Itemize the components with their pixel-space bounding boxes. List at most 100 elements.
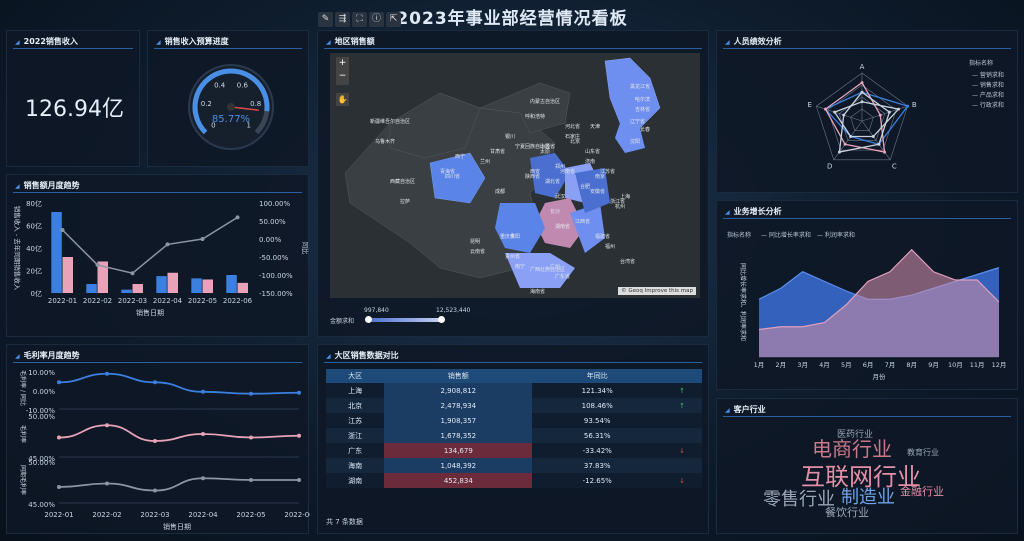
map-label: 昆明 — [470, 239, 480, 245]
legend-min-handle[interactable] — [365, 316, 372, 323]
industry-word[interactable]: 金融行业 — [900, 483, 944, 499]
radar-point — [849, 135, 853, 139]
table-footer: 共 7 条数据 — [326, 518, 363, 526]
map-label: 广州 — [550, 263, 560, 270]
table-row[interactable]: 北京 2,478,934 108.46% ↑ — [326, 398, 702, 413]
dashboard-title: 2023年事业部经营情况看板 — [396, 9, 628, 29]
y-axis-label: 同比增长率求和、利润率求和 — [739, 263, 747, 341]
yoy-point — [165, 242, 170, 247]
map-legend-label: 金额求和 — [330, 318, 355, 325]
cell-sales: 134,679 — [384, 443, 533, 458]
radar-point — [906, 104, 910, 108]
map-label: 云南省 — [470, 248, 485, 255]
gauge-title: 销售收入预算进度 — [156, 36, 229, 47]
radar-chart: A B C D E — [807, 63, 917, 170]
up-arrow-icon: ↑ — [662, 398, 702, 413]
table-row[interactable]: 江苏 1,908,357 93.54% — [326, 413, 702, 428]
margin-point — [297, 478, 301, 482]
cell-region: 江苏 — [326, 413, 385, 428]
gauge-panel: 销售收入预算进度 00.20.40.60.81 85.77% — [147, 30, 309, 167]
y2-tick-label: -100.00% — [259, 272, 293, 280]
margin-line-chart: 10.00%0.00%-10.00%毛利率 / 同比50.00%45.00%毛利… — [19, 369, 310, 531]
export-icon[interactable]: ⇱ — [386, 12, 401, 27]
fullscreen-icon[interactable]: ⛶ — [352, 12, 367, 27]
filter-icon[interactable]: ⇶ — [335, 12, 350, 27]
radar-point — [897, 107, 901, 111]
legend-max-handle[interactable] — [438, 316, 445, 323]
x-axis-label: 销售日期 — [163, 522, 191, 531]
radar-legend-2[interactable]: — 产品求和 — [972, 90, 1004, 99]
yoy-point — [130, 271, 135, 276]
x-tick-label: 2022-05 — [188, 297, 217, 305]
cell-yoy: 37.83% — [532, 458, 662, 473]
bar — [132, 284, 143, 293]
down-arrow-icon: ↓ — [662, 443, 702, 458]
map-attribution[interactable]: © Geoq Improve this map — [618, 287, 696, 295]
margin-point — [153, 380, 157, 385]
gauge-chart: 00.20.4 0.60.81 85.77% — [188, 64, 274, 150]
map-label: 郑州 — [555, 163, 565, 170]
table-row[interactable]: 广东 134,679 -33.42% ↓ — [326, 443, 702, 458]
map-label: 甘肃省 — [490, 148, 505, 155]
radar-legend-1[interactable]: — 销售求和 — [972, 80, 1004, 89]
radar-axis-label: C — [892, 162, 897, 170]
radar-legend-title: 指标名称 — [969, 60, 994, 67]
map-label: 成都 — [495, 188, 505, 195]
margin-point — [201, 476, 205, 481]
map-canvas[interactable]: 四川省 重庆市 湖北省 贵州省 湖南省 广西壮族自治区 广东省 福建省 江西省 安徽省 江苏省 浙江省… — [330, 53, 700, 298]
table-row[interactable]: 上海 2,908,812 121.34% ↑ — [326, 383, 702, 398]
radar-point — [860, 81, 864, 85]
radar-axis-label: A — [860, 63, 865, 71]
y-tick-label: 80亿 — [26, 199, 42, 208]
bar — [86, 284, 97, 293]
band-label: 毛利率 — [19, 425, 27, 443]
zoom-out-button[interactable]: − — [336, 70, 349, 83]
table-row[interactable]: 湖南 452,834 -12.65% ↓ — [326, 473, 702, 488]
col-region[interactable]: 大区 — [326, 369, 385, 383]
radar-axis-label: B — [912, 101, 917, 109]
kpi-title: 2022销售收入 — [15, 36, 78, 47]
radar-legend-0[interactable]: — 营销求和 — [972, 70, 1004, 79]
yoy-point — [235, 215, 240, 220]
industry-word[interactable]: 餐饮行业 — [825, 504, 869, 520]
col-trend — [662, 369, 702, 383]
select-tool-icon[interactable]: ✋ — [336, 93, 349, 106]
growth-legend-0[interactable]: — 同比增长率求和 — [761, 230, 811, 239]
radar-point — [843, 142, 847, 146]
margin-point — [297, 433, 301, 438]
map-label: 拉萨 — [400, 198, 410, 205]
margin-point — [201, 389, 205, 394]
col-sales[interactable]: 销售额 — [384, 369, 533, 383]
map-label: 武汉 — [555, 193, 565, 200]
col-yoy[interactable]: 年同比 — [532, 369, 662, 383]
x-axis-label: 月份 — [873, 372, 887, 381]
growth-legend-1[interactable]: — 利润率求和 — [817, 230, 855, 239]
table-row[interactable]: 海南 1,048,392 37.83% — [326, 458, 702, 473]
map-label: 安徽省 — [590, 188, 605, 195]
margin-point — [105, 423, 109, 428]
map-label: 南宁 — [515, 263, 525, 270]
table-row[interactable]: 浙江 1,678,352 56.31% — [326, 428, 702, 443]
y2-tick-label: -50.00% — [259, 254, 289, 262]
map-label: 天津 — [590, 123, 600, 130]
monthly-trend-panel: 销售额月度趋势 80亿 60亿 40亿 20亿 0亿 100.00% 50.00% 0.00%… — [6, 174, 310, 337]
map-legend-slider[interactable] — [368, 318, 442, 322]
cell-yoy: 56.31% — [532, 428, 662, 443]
y-axis-label: 销售收入 - 去年同期销售收入 — [13, 206, 22, 291]
cell-sales: 2,478,934 — [384, 398, 533, 413]
margin-line — [58, 477, 299, 492]
industry-word[interactable]: 医药行业 — [837, 427, 873, 440]
x-tick-label: 7月 — [885, 361, 896, 369]
margin-title: 毛利率月度趋势 — [15, 350, 80, 361]
band-label: 毛利率 / 同比 — [19, 370, 27, 406]
kpi-value: 126.94亿 — [25, 97, 124, 122]
margin-point — [105, 481, 109, 486]
zoom-in-button[interactable]: + — [336, 57, 349, 70]
x-tick-label: 11月 — [970, 361, 985, 369]
brush-icon[interactable]: ✎ — [318, 12, 333, 27]
radar-legend-3[interactable]: — 行政求和 — [972, 100, 1004, 109]
toolbar: ✎ ⇶ ⛶ ⓘ ⇱ — [318, 12, 401, 27]
info-icon[interactable]: ⓘ — [369, 12, 384, 27]
x-tick-label: 2022-01 — [48, 297, 77, 305]
map-label: 青海省 — [440, 168, 455, 175]
